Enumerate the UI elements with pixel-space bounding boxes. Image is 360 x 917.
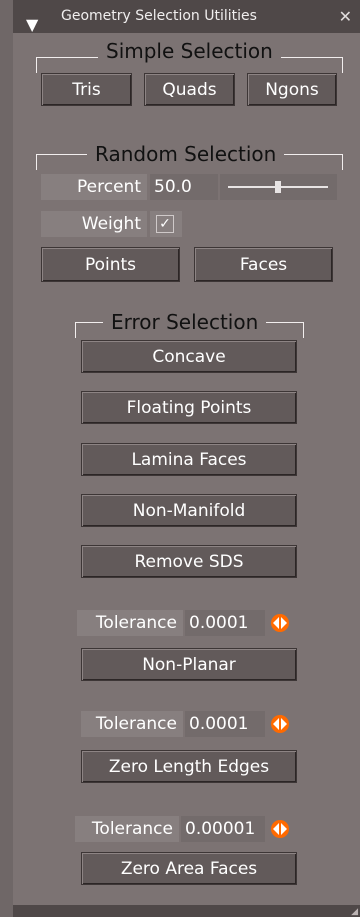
random-faces-button[interactable]: Faces [194,247,333,282]
floating-points-button[interactable]: Floating Points [81,391,297,424]
zerolength-spinner-icon[interactable] [270,714,290,734]
percent-label: Percent [41,174,147,200]
geometry-selection-panel: ▼ Geometry Selection Utilities ✕ Simple … [13,0,360,917]
non-planar-button[interactable]: Non-Planar [81,648,297,681]
close-icon[interactable]: ✕ [339,0,352,33]
error-selection-title: Error Selection [103,310,267,334]
zero-length-edges-button[interactable]: Zero Length Edges [81,750,297,783]
weight-label: Weight [41,211,147,237]
zeroarea-tolerance-label: Tolerance [75,816,179,842]
bottom-status-bar: ◢ [13,905,360,917]
non-manifold-button[interactable]: Non-Manifold [81,494,297,527]
concave-button[interactable]: Concave [81,340,297,373]
percent-slider[interactable] [220,174,337,200]
lamina-faces-button[interactable]: Lamina Faces [81,443,297,476]
random-points-button[interactable]: Points [41,247,180,282]
nonplanar-tolerance-label: Tolerance [77,610,183,636]
random-selection-title: Random Selection [87,142,285,166]
simple-selection-title: Simple Selection [98,39,281,63]
nonplanar-tolerance-input[interactable]: 0.0001 [185,610,265,636]
zeroarea-tolerance-input[interactable]: 0.00001 [181,816,265,842]
remove-sds-button[interactable]: Remove SDS [81,545,297,578]
weight-checkbox-cell[interactable]: ✓ [150,211,182,237]
slider-knob[interactable] [275,181,281,193]
tris-button[interactable]: Tris [41,73,132,106]
title-bar[interactable]: ▼ Geometry Selection Utilities ✕ [13,0,360,34]
zerolength-tolerance-label: Tolerance [81,711,183,737]
ngons-button[interactable]: Ngons [247,73,337,106]
zerolength-tolerance-input[interactable]: 0.0001 [185,711,265,737]
quads-button[interactable]: Quads [144,73,235,106]
weight-checkbox[interactable]: ✓ [156,215,174,233]
percent-input[interactable]: 50.0 [150,174,218,200]
zero-area-faces-button[interactable]: Zero Area Faces [81,852,297,885]
resize-grip-icon[interactable]: ◢ [351,907,358,917]
nonplanar-spinner-icon[interactable] [270,613,290,633]
window-title: Geometry Selection Utilities [61,8,257,24]
zeroarea-spinner-icon[interactable] [270,819,290,839]
collapse-triangle-icon[interactable]: ▼ [26,8,38,41]
